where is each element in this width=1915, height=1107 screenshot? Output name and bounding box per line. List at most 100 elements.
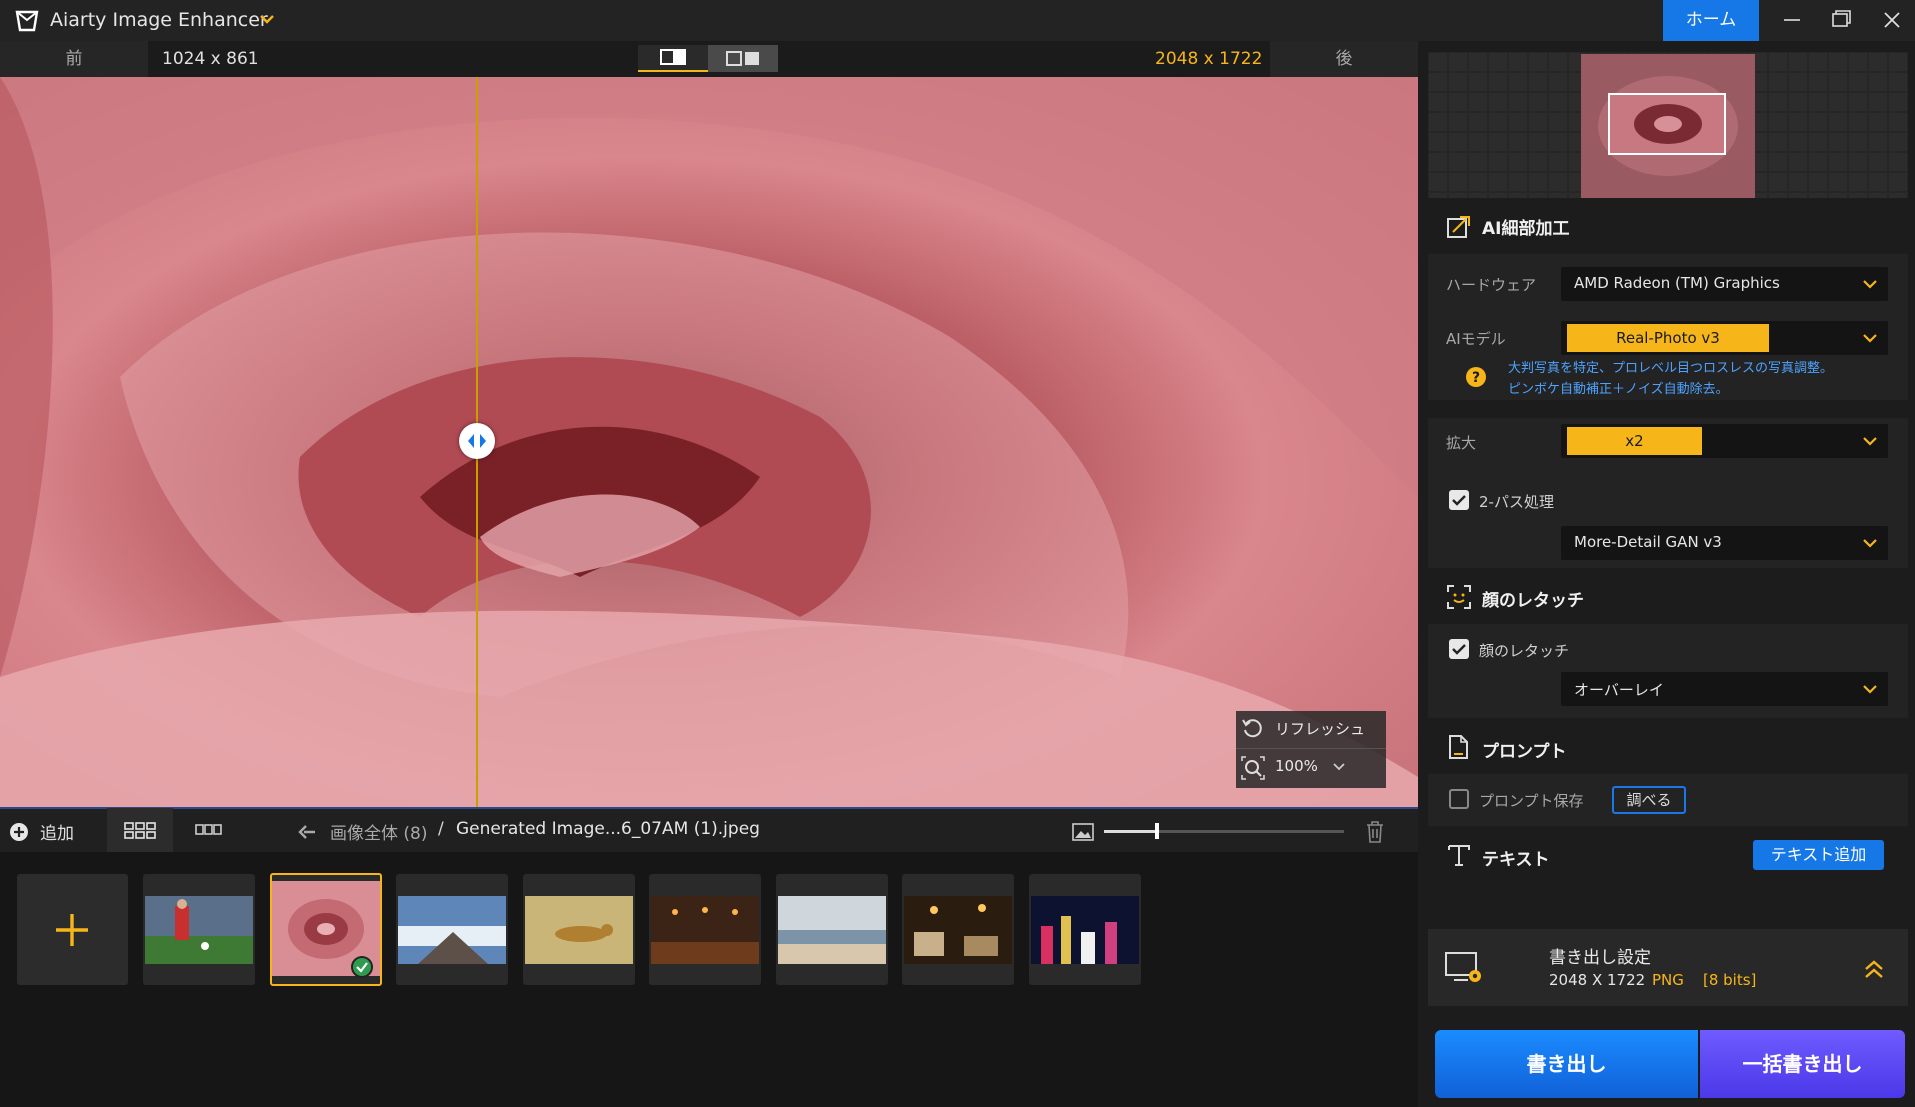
double-chevron-up-icon[interactable]: [1862, 957, 1886, 981]
hardware-value: AMD Radeon (TM) Graphics: [1574, 274, 1780, 292]
export-format: PNG: [1652, 971, 1684, 989]
hardware-dropdown[interactable]: AMD Radeon (TM) Graphics: [1561, 267, 1888, 301]
cheetah-photo-icon: [525, 896, 633, 964]
thumbnail-soccer[interactable]: [143, 874, 255, 985]
side-by-side-view-button[interactable]: [708, 45, 778, 72]
rose-image: [0, 77, 1418, 807]
before-size: 1024 x 861: [162, 49, 259, 69]
thumbnail-cheetah[interactable]: [523, 874, 635, 985]
navigator-preview[interactable]: [1428, 52, 1908, 198]
chevron-down-icon: [1863, 280, 1877, 289]
image-canvas[interactable]: [0, 77, 1418, 807]
ai-model-description-line2: ピンボケ自動補正＋ノイズ自動除去。: [1508, 382, 1729, 397]
face-mode-value: オーバーレイ: [1574, 681, 1664, 699]
beach-photo-icon: [778, 896, 886, 964]
help-icon[interactable]: ?: [1465, 366, 1487, 388]
chevron-down-icon: [1863, 437, 1877, 446]
check-icon: [1452, 495, 1466, 506]
add-text-button[interactable]: テキスト追加: [1753, 840, 1884, 870]
face-retouch-checkbox[interactable]: [1449, 639, 1469, 659]
restore-icon[interactable]: [1815, 0, 1867, 41]
strip-icon: [195, 824, 222, 835]
export-settings-title: 書き出し設定: [1549, 948, 1651, 968]
investigate-button[interactable]: 調べる: [1612, 786, 1686, 814]
refresh-button[interactable]: リフレッシュ: [1275, 718, 1365, 739]
zoom-icon[interactable]: [1240, 755, 1266, 781]
enhance-icon: [1447, 216, 1470, 238]
scale-label: 拡大: [1446, 434, 1477, 452]
twopass-label: 2-パス処理: [1479, 493, 1554, 511]
thumbnail-rose[interactable]: [270, 873, 382, 986]
selected-check-icon: [351, 956, 373, 978]
app-title: Aiarty Image Enhancer: [50, 9, 268, 31]
back-arrow-icon[interactable]: [297, 823, 317, 841]
close-icon[interactable]: [1866, 0, 1915, 41]
after-size: 2048 x 1722: [1155, 49, 1263, 69]
home-button[interactable]: ホーム: [1663, 0, 1759, 41]
compare-handle[interactable]: [459, 423, 495, 459]
split-view-icon: [660, 49, 686, 65]
breadcrumb-root[interactable]: 画像全体 (8): [330, 819, 427, 844]
grid-view-button[interactable]: [107, 808, 173, 852]
title-bar: [0, 0, 1915, 41]
app-logo-icon: [15, 10, 39, 32]
trash-icon[interactable]: [1364, 820, 1386, 844]
zoom-chevron-icon[interactable]: [1332, 762, 1346, 772]
lounge-photo-icon: [904, 896, 1012, 964]
export-settings-box[interactable]: [1428, 929, 1908, 1006]
ai-model-label: AIモデル: [1446, 330, 1506, 348]
add-circle-icon[interactable]: [9, 822, 29, 842]
hardware-label: ハードウェア: [1446, 276, 1537, 294]
ai-model-value: Real-Photo v3: [1567, 324, 1769, 352]
thumbnail-mountain[interactable]: [396, 874, 508, 985]
ai-model-dropdown[interactable]: Real-Photo v3: [1561, 321, 1888, 355]
export-button[interactable]: 書き出し: [1435, 1030, 1698, 1098]
thumbnail-size-knob[interactable]: [1155, 823, 1159, 839]
grid-icon: [124, 822, 156, 839]
face-mode-dropdown[interactable]: オーバーレイ: [1561, 672, 1888, 706]
thumbnail-restaurant[interactable]: [649, 874, 761, 985]
side-by-side-icon: [726, 51, 759, 66]
prompt-save-label: プロンプト保存: [1479, 792, 1584, 810]
breadcrumb-separator: /: [438, 819, 444, 839]
breadcrumb-file: Generated Image...6_07AM (1).jpeg: [456, 819, 760, 839]
twopass-model-dropdown[interactable]: More-Detail GAN v3: [1561, 526, 1888, 560]
thumbnail-size-fill: [1104, 830, 1156, 833]
restaurant-photo-icon: [651, 896, 759, 964]
strip-view-button[interactable]: [174, 808, 240, 852]
before-label: 前: [0, 41, 148, 77]
face-retouch-title: 顔のレタッチ: [1482, 591, 1584, 611]
text-icon: [1448, 845, 1470, 866]
mountain-photo-icon: [398, 896, 506, 964]
prompt-save-checkbox[interactable]: [1449, 789, 1469, 809]
refresh-icon[interactable]: [1240, 716, 1264, 740]
text-title: テキスト: [1482, 850, 1550, 870]
chevron-down-icon: [1863, 685, 1877, 694]
minimize-icon[interactable]: [1766, 0, 1818, 41]
plus-icon: [56, 914, 88, 946]
twopass-model-value: More-Detail GAN v3: [1574, 533, 1722, 551]
batch-export-button[interactable]: 一括書き出し: [1700, 1030, 1905, 1098]
thumbnail-beach[interactable]: [776, 874, 888, 985]
chevron-down-icon: [1863, 334, 1877, 343]
drag-arrows-icon: [468, 434, 486, 448]
twopass-checkbox[interactable]: [1449, 490, 1469, 510]
export-bits: [8 bits]: [1703, 971, 1757, 989]
face-retouch-label: 顔のレタッチ: [1479, 642, 1570, 660]
svg-text:?: ?: [1472, 370, 1480, 386]
chevron-down-icon[interactable]: [258, 11, 276, 27]
soccer-photo-icon: [145, 896, 253, 964]
overlay-divider: [1236, 748, 1386, 749]
add-image-tile[interactable]: [17, 874, 128, 985]
thumbnail-city-night[interactable]: [1029, 874, 1141, 985]
scale-dropdown[interactable]: x2: [1561, 424, 1888, 458]
add-button[interactable]: 追加: [40, 819, 74, 844]
zoom-value[interactable]: 100%: [1275, 757, 1318, 775]
document-icon: [1449, 735, 1468, 759]
navigator-thumbnail: [1428, 52, 1908, 198]
thumbnail-lounge[interactable]: [902, 874, 1014, 985]
face-retouch-icon: [1447, 585, 1471, 609]
prompt-title: プロンプト: [1482, 742, 1567, 762]
split-view-button[interactable]: [638, 45, 708, 72]
scale-value: x2: [1567, 427, 1702, 455]
